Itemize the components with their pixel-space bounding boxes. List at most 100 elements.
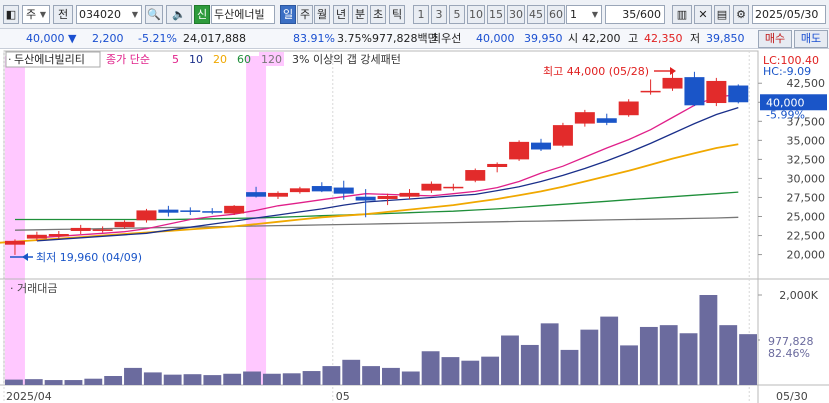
volume-bar [183,374,202,385]
legend-ma-20: 20 [213,53,227,66]
period-1-button[interactable]: 주 [297,5,313,24]
volume-bar [203,375,222,385]
volume-bar [421,351,440,385]
interval-1-button[interactable]: 1 [413,5,429,24]
candle-body[interactable] [728,85,749,103]
legend-ma-label: 종가 단순 [106,53,150,66]
candle-body[interactable] [267,192,288,197]
volume-bar [262,373,281,385]
current-price: 40,000 ▼ [26,32,77,45]
ytick-label: 25,000 [787,211,826,224]
search-icon[interactable]: 🔍 [145,5,163,24]
candle-body[interactable] [202,211,223,213]
price-change: 2,200 [92,32,124,45]
date-input[interactable]: 2025/05/30 [752,5,826,24]
candle-body[interactable] [509,141,530,160]
volume-bar [84,378,103,385]
sell-button[interactable]: 매도 [794,30,828,48]
buy-button[interactable]: 매수 [758,30,792,48]
interval-45-button[interactable]: 45 [527,5,545,24]
ask-price: 40,000 [476,32,515,45]
xtick-label: 05/30 [776,390,808,403]
candle-body[interactable] [246,192,267,197]
candle-body[interactable] [180,210,201,212]
interval-10-button[interactable]: 10 [467,5,485,24]
period-6-button[interactable]: 틱 [389,5,405,24]
candle-body[interactable] [487,163,508,167]
candle-body[interactable] [4,240,25,245]
volume-bar [64,380,83,385]
code-input[interactable]: 034020 ▼ [76,5,142,24]
volume-bar [501,335,519,385]
volume-bar [382,367,400,385]
bid-price: 39,950 [524,32,563,45]
candle-body[interactable] [224,205,245,214]
candle-body[interactable] [70,227,91,231]
volume-bar [104,376,123,385]
prev-button[interactable]: 전 [53,5,73,24]
period-0-button[interactable]: 일 [280,5,296,24]
hc-label: HC:-9.09 [763,65,811,78]
legend-bullet: · [8,53,12,66]
interval-input[interactable]: 1 ▼ [566,5,602,24]
candle-count[interactable]: 35/600 [605,5,665,24]
candle-body[interactable] [377,195,398,199]
crosshair-icon[interactable]: ✕ [694,5,712,24]
interval-5-button[interactable]: 5 [449,5,465,24]
candle-body[interactable] [596,118,617,123]
volume-bar [401,371,420,385]
interval-3-button[interactable]: 3 [431,5,447,24]
candle-body[interactable] [48,234,69,237]
volume-bar [322,366,341,385]
turnover-rate: 3.75% [337,32,372,45]
volume-bar [282,373,301,385]
market-select[interactable]: 주 ▼ [22,5,50,24]
candle-body[interactable] [421,183,442,191]
interval-30-button[interactable]: 30 [507,5,525,24]
candle-body[interactable] [531,142,552,150]
layout-icon[interactable]: ◧ [3,5,19,24]
last-amount-pct: 82.46% [768,347,810,360]
interval-15-button[interactable]: 15 [487,5,505,24]
candle-body[interactable] [311,186,332,192]
candle-body[interactable] [355,196,376,201]
ytick-label: 27,500 [787,191,826,204]
legend-ma-5: 5 [172,53,179,66]
indicator-icon[interactable]: ▥ [672,5,692,24]
speaker-icon[interactable]: 🔈 [166,5,192,24]
interval-60-button[interactable]: 60 [547,5,565,24]
ytick-label: 35,000 [787,134,826,147]
candle-body[interactable] [640,90,661,93]
gear-icon[interactable]: ⚙ [733,5,749,24]
candle-body[interactable] [114,221,135,228]
volume-bar [600,316,619,385]
candle-body[interactable] [618,101,639,116]
candle-body[interactable] [574,112,595,124]
candle-body[interactable] [552,125,573,146]
period-4-button[interactable]: 분 [352,5,368,24]
candle-body[interactable] [399,192,420,197]
candle-body[interactable] [289,188,310,193]
candle-body[interactable] [26,234,47,239]
period-3-button[interactable]: 년 [333,5,349,24]
open-label: 시 [568,32,579,45]
candle-body[interactable] [136,210,157,221]
high-price: 42,350 [644,32,683,45]
volume-bar [540,323,559,385]
price-chart[interactable]: 42,50040,00037,50035,00032,50030,00027,5… [0,49,829,403]
candle-body[interactable] [465,170,486,181]
period-5-button[interactable]: 초 [370,5,386,24]
candle-body[interactable] [443,186,464,189]
candle-body[interactable] [662,77,683,89]
candle-body[interactable] [158,209,179,213]
period-2-button[interactable]: 월 [314,5,330,24]
candle-body[interactable] [684,77,705,106]
candle-body[interactable] [92,229,113,231]
candle-body[interactable] [706,80,727,104]
candle-body[interactable] [333,187,354,194]
volume-bar [302,371,321,385]
vol-ytick-label: 2,000K [779,289,818,302]
legend-stock-name: 두산에너빌리티 [14,53,85,66]
save-icon[interactable]: ▤ [714,5,730,24]
change-percent: -5.21% [138,32,177,45]
